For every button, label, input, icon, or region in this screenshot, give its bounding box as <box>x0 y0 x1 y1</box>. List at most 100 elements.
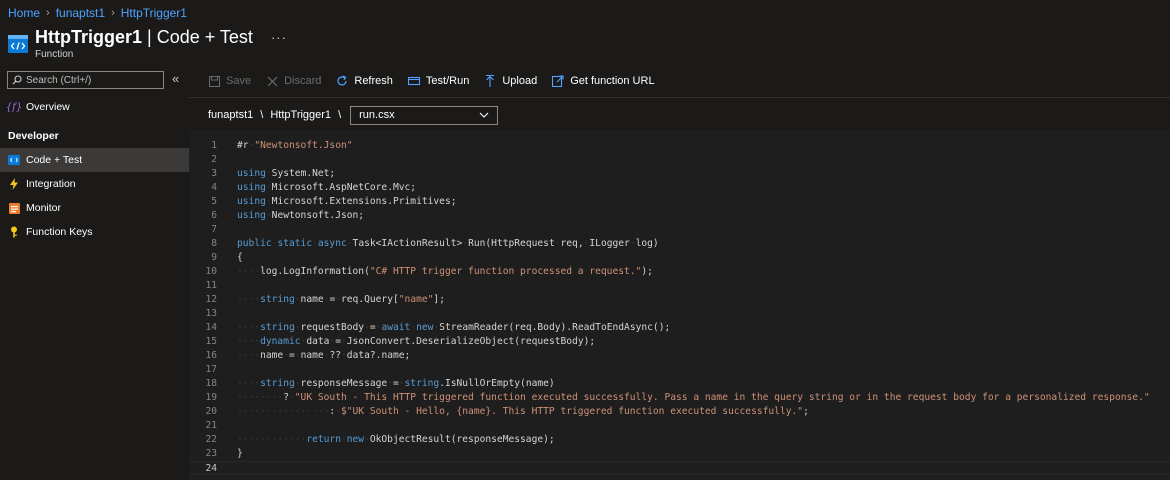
code-text: public·static·async·Task<IActionResult>·… <box>237 238 659 249</box>
section-header-developer: Developer <box>8 130 59 142</box>
lightning-icon <box>8 178 20 190</box>
code-text: ····string·requestBody·=·await·new·Strea… <box>237 322 671 333</box>
command-bar: Save Discard Refresh Test/Run Upload Get… <box>189 66 1170 96</box>
code-text: ····string·name·=·req.Query["name"]; <box>237 294 445 305</box>
more-options-button[interactable]: ··· <box>271 30 287 45</box>
code-line[interactable]: 3 using·System.Net; <box>189 167 1170 181</box>
test-run-button[interactable]: Test/Run <box>407 74 469 88</box>
chevron-right-icon: › <box>111 7 115 19</box>
breadcrumb-home-link[interactable]: Home <box>8 6 40 20</box>
code-line[interactable]: 13 <box>189 307 1170 321</box>
code-text: } <box>237 448 243 459</box>
code-line[interactable]: 2 <box>189 153 1170 167</box>
link-icon <box>551 74 565 88</box>
sidebar-item-label: Overview <box>26 101 70 113</box>
upload-button[interactable]: Upload <box>483 74 537 88</box>
code-line[interactable]: 7 <box>189 223 1170 237</box>
line-number: 23 <box>205 448 217 459</box>
line-number: 9 <box>211 252 217 263</box>
main-content: Save Discard Refresh Test/Run Upload Get… <box>189 66 1170 480</box>
path-function-name: HttpTrigger1 <box>270 109 332 121</box>
function-code-icon <box>8 35 28 53</box>
line-number: 14 <box>205 322 217 333</box>
code-line[interactable]: 23} <box>189 447 1170 461</box>
code-line[interactable]: 21 <box>189 419 1170 433</box>
code-text: ····log.LogInformation("C# HTTP trigger … <box>237 266 653 277</box>
path-app-name: funaptst1 <box>208 109 254 121</box>
line-number: 16 <box>205 350 217 361</box>
code-line[interactable]: 4 using·Microsoft.AspNetCore.Mvc; <box>189 181 1170 195</box>
page-title: HttpTrigger1 | Code + Test <box>35 27 253 47</box>
code-line[interactable]: 17 <box>189 363 1170 377</box>
path-separator: \ <box>338 109 342 121</box>
code-line[interactable]: 24 <box>189 461 1170 475</box>
code-line[interactable]: 8 public·static·async·Task<IActionResult>… <box>189 237 1170 251</box>
collapse-sidebar-button[interactable]: « <box>172 71 179 86</box>
page-header: HttpTrigger1 | Code + Test ··· Function <box>8 26 287 62</box>
line-number: 8 <box>211 238 217 249</box>
monitor-icon <box>8 202 20 214</box>
search-input[interactable] <box>26 74 156 86</box>
code-line[interactable]: 9{ <box>189 251 1170 265</box>
code-text: #r·"Newtonsoft.Json" <box>237 140 353 151</box>
sidebar-item-code-test[interactable]: Code + Test <box>0 148 189 172</box>
key-icon <box>8 226 20 238</box>
chevron-right-icon: › <box>46 7 50 19</box>
code-text: ················:·$"UK South - Hello, {n… <box>237 406 809 417</box>
line-number: 11 <box>205 280 217 291</box>
line-number: 7 <box>211 224 217 235</box>
code-line[interactable]: 15 ····dynamic·data·=·JsonConvert.Deseria… <box>189 335 1170 349</box>
refresh-icon <box>335 74 349 88</box>
breadcrumb-app-link[interactable]: funaptst1 <box>56 6 105 20</box>
code-text: { <box>237 252 243 263</box>
sidebar-item-overview[interactable]: {f} Overview <box>0 95 189 119</box>
code-text: using·Microsoft.AspNetCore.Mvc; <box>237 182 417 193</box>
code-line[interactable]: 11 <box>189 279 1170 293</box>
discard-button[interactable]: Discard <box>265 74 321 88</box>
sidebar-item-integration[interactable]: Integration <box>0 172 189 196</box>
line-number: 4 <box>211 182 217 193</box>
code-line[interactable]: 14 ····string·requestBody·=·await·new·Str… <box>189 321 1170 335</box>
page-subtitle: Function <box>35 49 74 60</box>
sidebar-item-monitor[interactable]: Monitor <box>0 196 189 220</box>
get-function-url-button[interactable]: Get function URL <box>551 74 655 88</box>
selected-file: run.csx <box>359 109 395 121</box>
code-line[interactable]: 10 ····log.LogInformation("C# HTTP trigge… <box>189 265 1170 279</box>
code-icon <box>8 154 20 166</box>
code-line[interactable]: 20 ················:·$"UK South - Hello, … <box>189 405 1170 419</box>
code-line[interactable]: 5 using·Microsoft.Extensions.Primitives; <box>189 195 1170 209</box>
code-line[interactable]: 19 ········?·"UK South - This HTTP trigge… <box>189 391 1170 405</box>
code-text: using·Microsoft.Extensions.Primitives; <box>237 196 457 207</box>
sidebar-item-label: Monitor <box>26 202 62 214</box>
breadcrumb-function-link[interactable]: HttpTrigger1 <box>121 6 187 20</box>
code-line[interactable]: 12 ····string·name·=·req.Query["name"]; <box>189 293 1170 307</box>
sidebar: « {f} Overview Developer Code + Test Int… <box>0 66 189 480</box>
sidebar-item-label: Code + Test <box>26 154 83 166</box>
line-number: 15 <box>205 336 217 347</box>
toolbar-divider <box>189 97 1170 98</box>
line-number: 6 <box>211 210 217 221</box>
line-number: 1 <box>211 140 217 151</box>
sidebar-item-label: Integration <box>26 178 76 190</box>
code-line[interactable]: 6 using·Newtonsoft.Json; <box>189 209 1170 223</box>
line-number: 12 <box>205 294 217 305</box>
file-selector-dropdown[interactable]: run.csx <box>350 105 499 125</box>
breadcrumb: Home › funaptst1 › HttpTrigger1 <box>8 5 187 21</box>
line-number: 13 <box>205 308 217 319</box>
code-line[interactable]: 22 ············return·new·OkObjectResult(… <box>189 433 1170 447</box>
code-line[interactable]: 18 ····string·responseMessage·=·string.Is… <box>189 377 1170 391</box>
save-icon <box>207 74 221 88</box>
chevron-down-icon <box>479 112 489 118</box>
line-number: 5 <box>211 196 217 207</box>
sidebar-item-function-keys[interactable]: Function Keys <box>0 220 189 244</box>
sidebar-item-label: Function Keys <box>26 226 93 238</box>
save-button[interactable]: Save <box>207 74 251 88</box>
code-line[interactable]: 1 #r·"Newtonsoft.Json" <box>189 139 1170 153</box>
code-line[interactable]: 16 ····name·=·name·??·data?.name; <box>189 349 1170 363</box>
code-text: ····name·=·name·??·data?.name; <box>237 350 411 361</box>
refresh-button[interactable]: Refresh <box>335 74 393 88</box>
line-number: 2 <box>211 154 217 165</box>
file-path-bar: funaptst1 \ HttpTrigger1 \ run.csx <box>208 105 499 125</box>
code-editor[interactable]: 1 #r·"Newtonsoft.Json" 2 3 using·System.Net;… <box>189 130 1170 480</box>
code-text: using·System.Net; <box>237 168 336 179</box>
